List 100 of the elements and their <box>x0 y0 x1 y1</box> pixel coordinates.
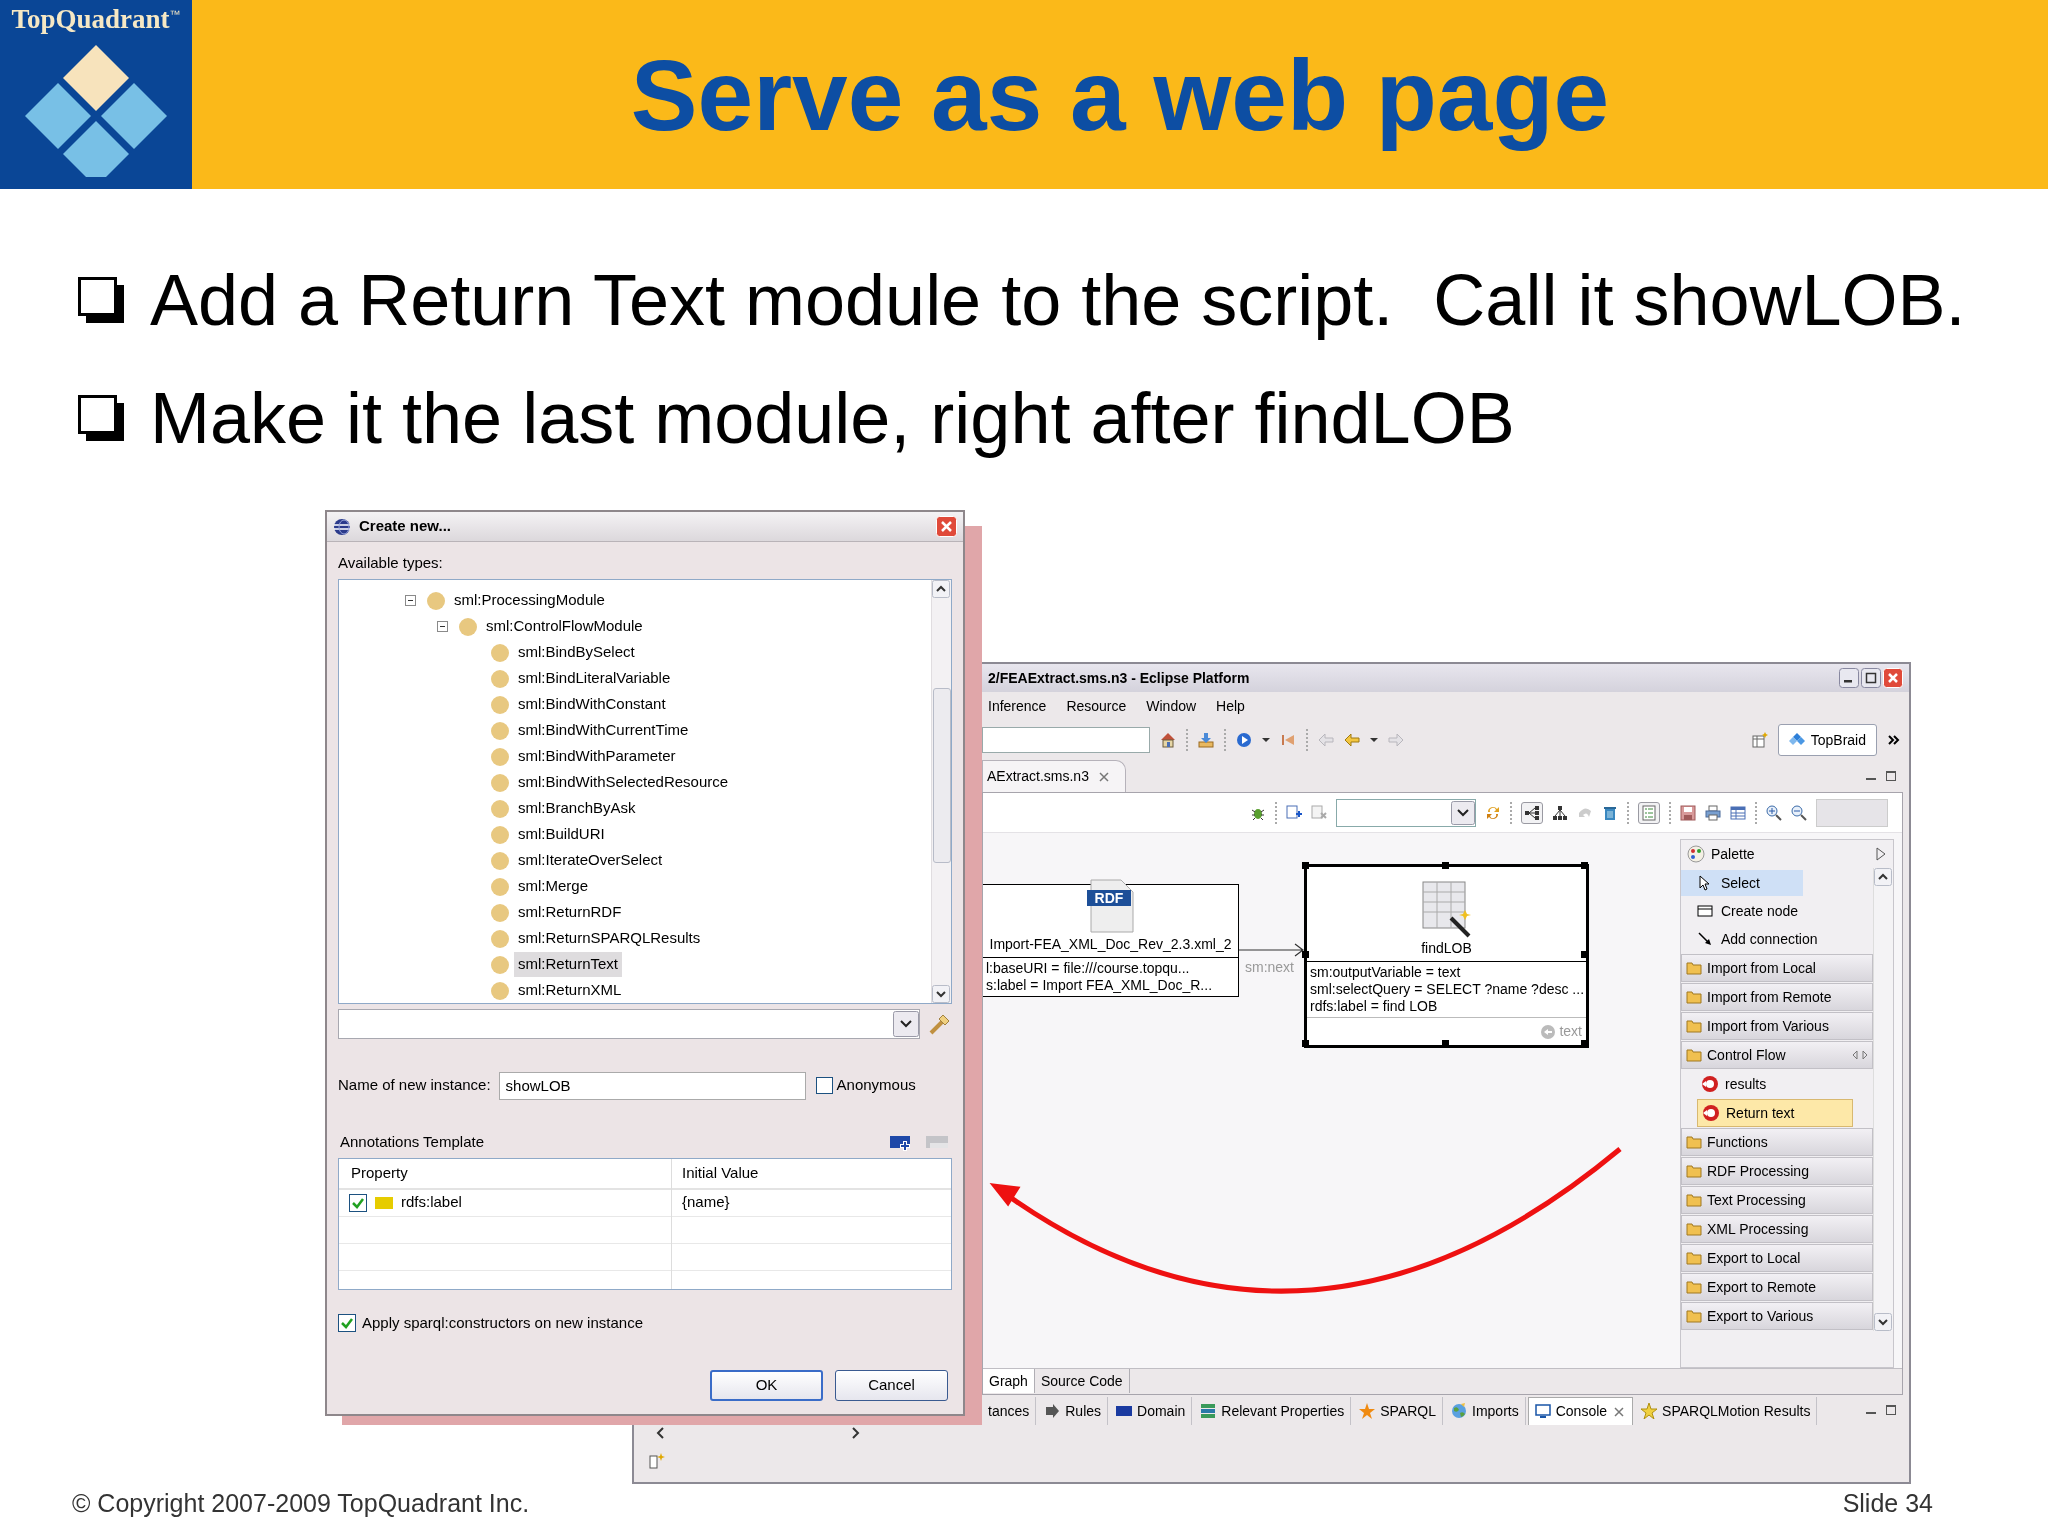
scrollbar[interactable] <box>931 579 951 1003</box>
cancel-button[interactable]: Cancel <box>835 1370 948 1401</box>
minimize-icon[interactable] <box>1839 668 1859 688</box>
list-button[interactable] <box>1638 801 1660 824</box>
palette-drawer[interactable]: Export to Local <box>1681 1244 1873 1272</box>
tree-item[interactable]: sml:BuildURI <box>514 822 609 847</box>
print-icon[interactable] <box>1705 804 1721 821</box>
play-icon[interactable] <box>1236 732 1252 748</box>
palette-drawer[interactable]: Import from Local <box>1681 954 1873 982</box>
palette-drawer[interactable]: Control Flow <box>1681 1041 1873 1069</box>
palette-tool[interactable]: Select <box>1681 870 1803 896</box>
perspective-button[interactable]: TopBraid <box>1777 724 1877 756</box>
selection-handle[interactable] <box>1441 1040 1449 1047</box>
palette-tool[interactable]: Create node <box>1681 898 1873 924</box>
checkbox[interactable] <box>349 1193 367 1212</box>
tree-item[interactable]: sml:BindBySelect <box>514 640 639 665</box>
menu-item[interactable]: Help <box>1216 695 1245 717</box>
tree-item[interactable]: sml:ControlFlowModule <box>482 614 647 639</box>
trash-icon[interactable] <box>1602 804 1618 821</box>
double-chevron-icon[interactable] <box>1887 733 1901 747</box>
tree-item[interactable]: sml:ReturnSPARQLResults <box>514 926 705 951</box>
palette-drawer[interactable]: Export to Remote <box>1681 1273 1873 1301</box>
palette-drawer[interactable]: RDF Processing <box>1681 1157 1873 1185</box>
dropdown-icon[interactable] <box>893 1010 919 1037</box>
caret-icon[interactable] <box>1370 736 1378 744</box>
tree-layout-button[interactable] <box>1521 801 1543 824</box>
new-window-icon[interactable] <box>1751 732 1768 748</box>
input-field[interactable] <box>982 727 1150 753</box>
tree-item[interactable]: sml:BindWithParameter <box>514 744 680 769</box>
selection-handle[interactable] <box>1441 862 1449 869</box>
checkbox[interactable] <box>338 1313 356 1332</box>
menu-item[interactable]: Window <box>1146 695 1197 717</box>
menu-item[interactable]: Inference <box>988 695 1047 717</box>
menu-item[interactable]: Resource <box>1066 695 1127 717</box>
close-icon[interactable] <box>936 516 957 537</box>
view-tab[interactable]: SPARQLMotion Results <box>1635 1397 1818 1425</box>
collapse-icon[interactable] <box>437 621 448 632</box>
palette-drawer[interactable]: Functions <box>1681 1128 1873 1156</box>
save-icon[interactable] <box>1680 804 1696 821</box>
scroll-down-icon[interactable] <box>1874 1313 1892 1331</box>
hierarchy-icon[interactable] <box>1552 804 1568 821</box>
scroll-up-icon[interactable] <box>1874 868 1892 886</box>
view-tab[interactable]: Imports <box>1445 1397 1526 1425</box>
remove-node-icon[interactable] <box>1311 804 1327 821</box>
dropdown-icon[interactable] <box>1451 800 1475 825</box>
scrollbar[interactable] <box>1873 868 1893 1331</box>
dropdown-field[interactable] <box>1336 798 1476 827</box>
scroll-up-icon[interactable] <box>932 579 950 598</box>
palette-tool[interactable]: Add connection <box>1681 926 1873 952</box>
scroll-down-icon[interactable] <box>932 984 950 1003</box>
view-tab[interactable]: Relevant Properties <box>1194 1397 1352 1425</box>
name-input-field[interactable]: showLOB <box>498 1071 806 1100</box>
close-icon[interactable] <box>1612 1404 1627 1419</box>
palette-drawer[interactable]: Import from Remote <box>1681 983 1873 1011</box>
view-tab[interactable]: tances <box>982 1397 1037 1425</box>
zoom-out-icon[interactable] <box>1791 804 1807 821</box>
table-icon[interactable] <box>1730 804 1746 821</box>
close-icon[interactable] <box>1096 769 1111 784</box>
tree-item[interactable]: sml:BindWithCurrentTime <box>514 718 693 743</box>
palette-drawer[interactable]: Import from Various <box>1681 1012 1873 1040</box>
close-icon[interactable] <box>1883 668 1903 688</box>
collapse-arrows-icon[interactable] <box>1852 1050 1868 1060</box>
new-view-icon[interactable] <box>648 1452 666 1470</box>
selection-handle[interactable] <box>1581 951 1588 958</box>
palette-drawer[interactable]: Text Processing <box>1681 1186 1873 1214</box>
view-tab[interactable]: SPARQL <box>1353 1397 1443 1425</box>
diagram-node[interactable]: findLOB sm:outputVariable = text sml:selectQuery = SELECT ?name ?desc ... rdfs:label = find LOB text <box>1304 864 1589 1048</box>
collapse-right-icon[interactable] <box>1875 847 1887 861</box>
tree-item[interactable]: sml:Merge <box>514 874 592 899</box>
add-node-icon[interactable] <box>1286 804 1302 821</box>
selection-handle[interactable] <box>1581 862 1588 869</box>
palette-entry[interactable]: results <box>1697 1070 1853 1098</box>
tree-item[interactable]: sml:BindLiteralVariable <box>514 666 675 691</box>
back-arrow-icon[interactable] <box>1344 732 1360 748</box>
selection-handle[interactable] <box>1302 862 1309 869</box>
tree-item[interactable]: sml:BranchByAsk <box>514 796 640 821</box>
selection-handle[interactable] <box>1302 951 1309 958</box>
view-tab[interactable]: Domain <box>1110 1397 1193 1425</box>
palette-drawer[interactable]: XML Processing <box>1681 1215 1873 1243</box>
download-icon[interactable] <box>1198 732 1214 748</box>
zoom-field[interactable] <box>1816 798 1888 827</box>
tree-item[interactable]: sml:BindWithSelectedResource <box>514 770 733 795</box>
view-tab[interactable]: Console <box>1527 1397 1634 1425</box>
editor-tab[interactable]: AExtract.sms.n3 <box>982 760 1126 792</box>
selection-handle[interactable] <box>1302 1040 1309 1047</box>
home-icon[interactable] <box>1160 732 1176 748</box>
tree-item[interactable]: sml:IterateOverSelect <box>514 848 667 873</box>
caret-icon[interactable] <box>1262 736 1270 744</box>
tree-item[interactable]: sml:BindWithConstant <box>514 692 670 717</box>
palette-drawer[interactable]: Export to Various <box>1681 1302 1873 1330</box>
editor-view-tab[interactable]: Graph <box>983 1369 1035 1393</box>
maximize-icon[interactable] <box>1861 668 1881 688</box>
selection-handle[interactable] <box>1581 1040 1588 1047</box>
collapse-icon[interactable] <box>405 595 416 606</box>
palette-entry[interactable]: Return text <box>1697 1099 1853 1127</box>
tree-item[interactable]: sml:ReturnText <box>514 952 623 977</box>
tree-item[interactable]: sml:ReturnRDF <box>514 900 626 925</box>
tree-item[interactable]: sml:ReturnXML <box>514 978 626 1003</box>
editor-view-tab[interactable]: Source Code <box>1034 1369 1130 1393</box>
tree-item[interactable]: sml:ProcessingModule <box>450 588 609 613</box>
